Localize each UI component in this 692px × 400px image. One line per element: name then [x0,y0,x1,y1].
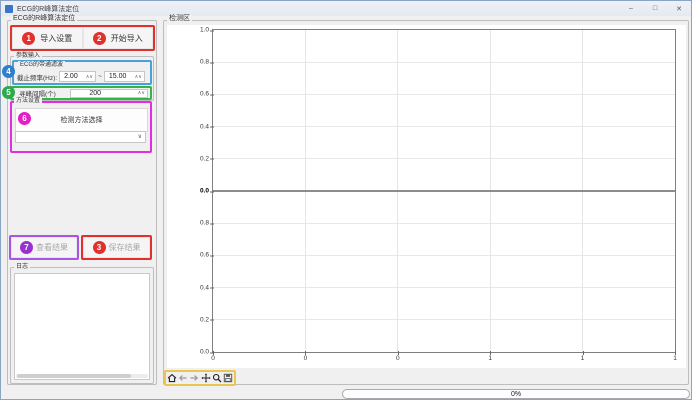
plot-toolbar [164,370,236,386]
ytick-label-middle: 0.0 [187,188,209,195]
ytick-label: 0.4 [187,284,209,291]
annotation-marker-6: 6 [18,112,31,125]
annotation-marker-3: 3 [93,241,106,254]
left-panel-title: ECG的R峰算法定位 [11,15,77,23]
close-button[interactable]: ✕ [667,1,691,16]
cutoff-separator: ~ [98,73,102,80]
method-combobox[interactable]: ∨ [15,131,146,143]
window-title: ECG的R峰算法定位 [17,4,79,14]
annotation-box-view-results: 7 查看结果 [9,235,79,260]
minimize-button[interactable]: – [619,1,643,16]
ytick-label: 1.0 [187,27,209,34]
xtick-label: 1 [480,355,500,362]
annotation-box-bandpass: ECG的带通滤波 截止频率(Hz): 2.00 ∧∨ ~ 15.00 ∧∨ [12,60,152,85]
maximize-button[interactable]: □ [643,1,667,16]
ytick-label: 0.4 [187,123,209,130]
log-textarea[interactable] [14,273,150,380]
ytick-label: 0.6 [187,252,209,259]
save-results-label: 保存结果 [109,242,141,253]
annotation-box-import: 1 导入设置 2 开始导入 [10,25,155,51]
bandpass-group-title: ECG的带通滤波 [18,61,65,69]
cutoff-label: 截止频率(Hz): [17,72,57,82]
method-select-label: 检测方法选择 [61,115,103,125]
peak-interval-value: 200 [89,90,101,97]
start-import-label: 开始导入 [111,33,143,44]
plot-panel-title: 检测区 [167,15,192,23]
annotation-marker-2: 2 [93,32,106,45]
ytick-label: 0.2 [187,155,209,162]
progress-text: 0% [511,391,521,398]
title-bar: ECG的R峰算法定位 – □ ✕ [1,1,691,16]
xtick-label: 1 [665,355,685,362]
window-controls: – □ ✕ [619,1,691,16]
peak-interval-spinbox[interactable]: 200 ∧∨ [70,89,148,98]
import-settings-label: 导入设置 [40,33,72,44]
method-group-title: 方法设置 [14,97,42,105]
chevron-down-icon: ∨ [138,134,142,140]
ytick-label: 0.2 [187,316,209,323]
annotation-box-save-results: 3 保存结果 [81,235,152,260]
save-results-button[interactable]: 3 保存结果 [83,237,150,258]
log-horizontal-scrollbar[interactable] [16,374,148,378]
spinner-arrows-icon[interactable]: ∧∨ [138,90,147,96]
annotation-marker-7: 7 [20,241,33,254]
xtick-label: 0 [388,355,408,362]
xtick-label: 0 [203,355,223,362]
annotation-marker-5: 5 [2,86,15,99]
param-group-title: 参数输入 [14,52,42,60]
zoom-icon[interactable] [211,372,222,384]
plot-axes: 1.0 0.8 0.6 0.4 0.2 0.0 0.8 0.6 0.4 0.2 … [212,29,676,353]
cutoff-row: 截止频率(Hz): 2.00 ∧∨ ~ 15.00 ∧∨ [17,71,148,82]
log-groupbox [10,267,154,384]
xtick-label: 0 [295,355,315,362]
xtick-label: 1 [573,355,593,362]
pan-icon[interactable] [200,372,211,384]
ytick-label: 0.6 [187,91,209,98]
save-icon[interactable] [223,372,234,384]
scrollbar-thumb[interactable] [17,374,131,378]
view-results-label: 查看结果 [36,242,68,253]
annotation-marker-4: 4 [2,65,15,78]
ytick-label: 0.8 [187,59,209,66]
cutoff-high-value: 15.00 [105,73,127,80]
cutoff-high-spinbox[interactable]: 15.00 ∧∨ [104,71,145,82]
annotation-marker-1: 1 [22,32,35,45]
import-settings-button[interactable]: 1 导入设置 [12,27,83,49]
annotation-box-method: 检测方法选择 ∨ [10,101,152,153]
cutoff-low-value: 2.00 [60,73,78,80]
app-window: ECG的R峰算法定位 – □ ✕ ECG的R峰算法定位 1 导入设置 2 开始导… [0,0,692,400]
progress-bar: 0% [342,389,690,399]
method-frame: 检测方法选择 [15,108,148,132]
home-icon[interactable] [166,372,177,384]
spinner-arrows-icon[interactable]: ∧∨ [135,74,144,80]
cutoff-low-spinbox[interactable]: 2.00 ∧∨ [59,71,96,82]
spinner-arrows-icon[interactable]: ∧∨ [86,74,95,80]
start-import-button[interactable]: 2 开始导入 [83,27,154,49]
view-results-button[interactable]: 7 查看结果 [11,237,77,258]
ytick-label: 0.8 [187,220,209,227]
back-arrow-icon[interactable] [177,372,188,384]
app-icon [5,5,13,13]
forward-arrow-icon[interactable] [189,372,200,384]
log-group-title: 日志 [14,263,30,271]
